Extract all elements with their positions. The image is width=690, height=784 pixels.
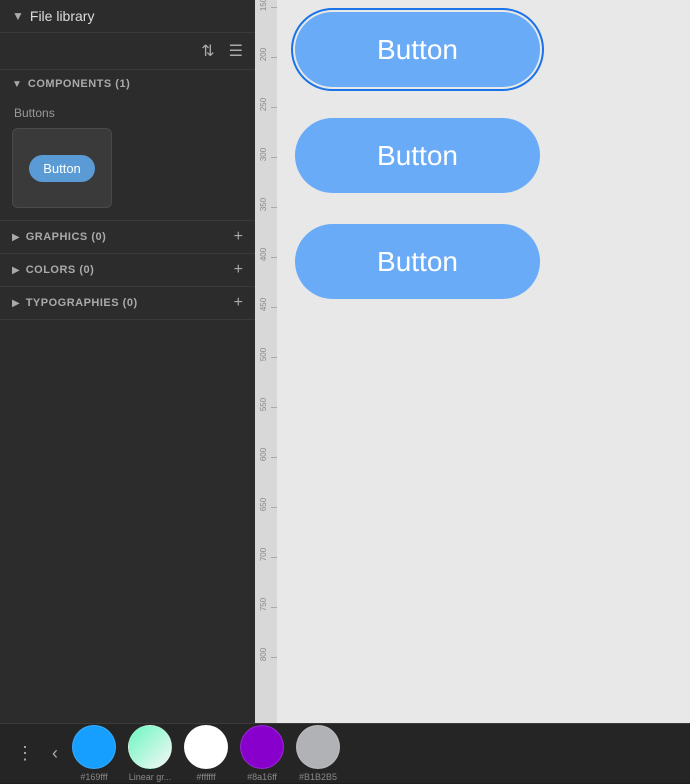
typographies-chevron-icon: ▶ (12, 298, 20, 309)
canvas-button-2[interactable]: Button (295, 118, 540, 193)
section-graphics-header[interactable]: ▶ GRAPHICS (0) + (0, 221, 255, 253)
ruler-mark: 600 (255, 450, 277, 464)
swatch-purple[interactable]: #8a16ff (236, 723, 288, 784)
purple-label: #8a16ff (247, 772, 277, 782)
sidebar: ▼ File library ⇅ ☰ ▼ COMPONENTS (1) Butt… (0, 0, 255, 723)
section-components-header[interactable]: ▼ COMPONENTS (1) (0, 70, 255, 98)
colors-label: COLORS (0) (26, 264, 234, 276)
ruler-mark: 250 (255, 100, 277, 114)
canvas-content: Button Button Button (277, 0, 690, 723)
blue-circle (72, 725, 116, 769)
ruler-mark: 300 (255, 150, 277, 164)
sidebar-toolbar: ⇅ ☰ (0, 33, 255, 70)
swatch-gray[interactable]: #B1B2B5 (292, 723, 344, 784)
colors-add-icon[interactable]: + (234, 262, 243, 278)
typographies-label: TYPOGRAPHIES (0) (26, 297, 234, 309)
canvas-area[interactable]: 150 200 250 300 350 400 450 500 550 600 650 700 750 8… (255, 0, 690, 723)
sidebar-header[interactable]: ▼ File library (0, 0, 255, 33)
canvas-button-1[interactable]: Button (295, 12, 540, 87)
graphics-add-icon[interactable]: + (234, 229, 243, 245)
section-colors: ▶ COLORS (0) + (0, 254, 255, 287)
section-components: ▼ COMPONENTS (1) Buttons Button (0, 70, 255, 221)
graphics-chevron-icon: ▶ (12, 232, 20, 243)
ruler-mark: 650 (255, 500, 277, 514)
sidebar-title: File library (30, 8, 243, 24)
button-component-card[interactable]: Button (12, 128, 112, 208)
blue-label: #169fff (80, 772, 107, 782)
section-colors-header[interactable]: ▶ COLORS (0) + (0, 254, 255, 286)
ruler-mark: 500 (255, 350, 277, 364)
ruler-left: 150 200 250 300 350 400 450 500 550 600 650 700 750 8… (255, 0, 277, 723)
components-content: Buttons Button (0, 98, 255, 220)
white-circle (184, 725, 228, 769)
ruler-mark: 200 (255, 50, 277, 64)
ruler-mark: 700 (255, 550, 277, 564)
gray-circle (296, 725, 340, 769)
ruler-mark: 350 (255, 200, 277, 214)
components-chevron-icon: ▼ (12, 79, 22, 90)
ruler-mark: 150 (255, 0, 277, 14)
white-label: #ffffff (196, 772, 215, 782)
section-graphics: ▶ GRAPHICS (0) + (0, 221, 255, 254)
gray-label: #B1B2B5 (299, 772, 337, 782)
components-label: COMPONENTS (1) (28, 78, 243, 90)
swatch-linear[interactable]: Linear gr... (124, 723, 176, 784)
linear-label: Linear gr... (129, 772, 172, 782)
linear-circle (128, 725, 172, 769)
typographies-add-icon[interactable]: + (234, 295, 243, 311)
section-typographies-header[interactable]: ▶ TYPOGRAPHIES (0) + (0, 287, 255, 319)
main-area: ▼ File library ⇅ ☰ ▼ COMPONENTS (1) Butt… (0, 0, 690, 723)
buttons-subsection-label: Buttons (12, 106, 243, 120)
graphics-label: GRAPHICS (0) (26, 231, 234, 243)
sort-icon[interactable]: ⇅ (197, 39, 218, 63)
ruler-mark: 400 (255, 250, 277, 264)
ruler-mark: 450 (255, 300, 277, 314)
list-view-icon[interactable]: ☰ (225, 39, 247, 63)
purple-circle (240, 725, 284, 769)
ruler-mark: 550 (255, 400, 277, 414)
swatch-white[interactable]: #ffffff (180, 723, 232, 784)
button-preview[interactable]: Button (29, 155, 95, 182)
ruler-mark: 750 (255, 600, 277, 614)
section-typographies: ▶ TYPOGRAPHIES (0) + (0, 287, 255, 320)
canvas-button-3[interactable]: Button (295, 224, 540, 299)
swatch-blue[interactable]: #169fff (68, 723, 120, 784)
bottom-bar: ⋮ ‹ #169fff Linear gr... #ffffff #8a16ff… (0, 723, 690, 783)
ruler-mark: 800 (255, 650, 277, 664)
palette-menu-icon[interactable]: ⋮ (8, 739, 42, 768)
sidebar-chevron-icon: ▼ (12, 9, 24, 23)
palette-prev-icon[interactable]: ‹ (46, 739, 64, 768)
colors-chevron-icon: ▶ (12, 265, 20, 276)
